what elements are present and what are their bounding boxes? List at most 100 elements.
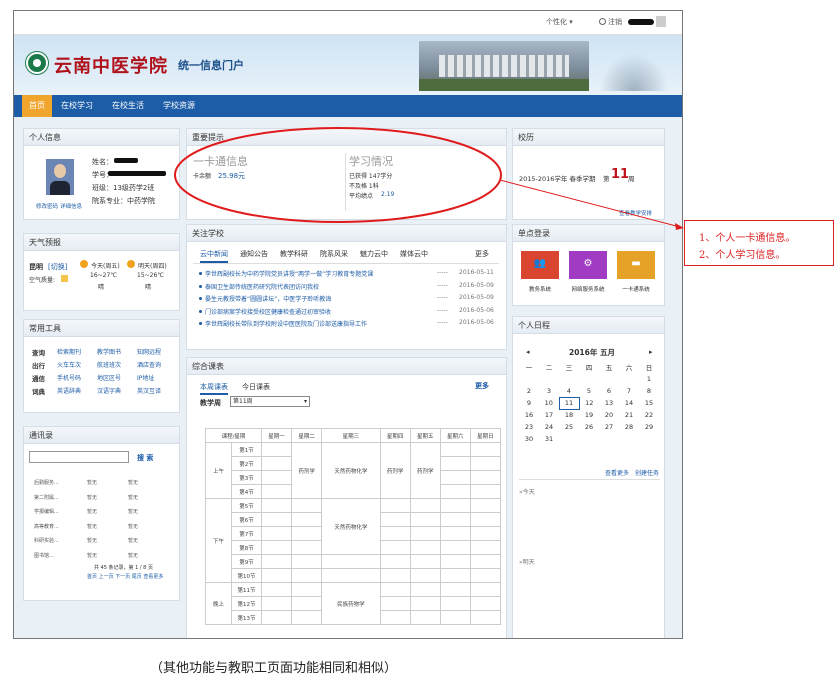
period-label: 第13节	[231, 610, 262, 625]
calendar-day[interactable]: 2	[519, 385, 539, 397]
tab-charm[interactable]: 魅力云中	[360, 249, 388, 259]
calendar-day[interactable]: 4	[559, 385, 579, 397]
prev-month-button[interactable]: ◂	[526, 348, 530, 356]
calendar-day[interactable]: 17	[539, 409, 559, 421]
course-cell[interactable]: 药剂学	[379, 442, 411, 499]
news-dash: -----	[437, 281, 448, 289]
tool-link[interactable]: 检索期刊	[57, 347, 81, 356]
nav-resources[interactable]: 学校资源	[163, 95, 195, 117]
news-item[interactable]: 李世辉副校长为中药学院党员讲授“两学一做”学习教育专题党课 ----- 2016-0…	[199, 269, 499, 278]
calendar-day[interactable]: 16	[519, 409, 539, 421]
tool-link[interactable]: 英汉互译	[137, 386, 161, 395]
academic-system-icon[interactable]: 👥	[521, 251, 559, 279]
calendar-day[interactable]: 29	[639, 421, 659, 433]
course-cell[interactable]: 药剂学	[291, 442, 323, 499]
calendar-day[interactable]: 9	[519, 397, 539, 409]
tab-departments[interactable]: 院系风采	[320, 249, 348, 259]
detail-info-link[interactable]: 详细信息	[60, 202, 82, 210]
calendar-day[interactable]: 26	[579, 421, 599, 433]
next-month-button[interactable]: ▸	[649, 348, 653, 356]
contact-department[interactable]: 学报编辑...	[34, 508, 59, 515]
sso-app-label[interactable]: 一卡通系统	[615, 285, 657, 293]
news-item[interactable]: 李世辉副校长带队到学校附设中医医院及门诊部送康指导工作 ----- 2016-05-…	[199, 319, 499, 328]
user-avatar[interactable]	[656, 16, 666, 27]
nav-study[interactable]: 在校学习	[61, 95, 93, 117]
nav-home[interactable]: 首页	[22, 95, 52, 117]
bullet-icon	[199, 284, 202, 288]
course-cell[interactable]: 天然药物化学	[321, 442, 381, 499]
teaching-arrangement-link[interactable]: 查看教学安排	[619, 209, 652, 217]
contact-department[interactable]: 后勤服务...	[34, 479, 59, 486]
edit-password-link[interactable]: 修改密码	[36, 202, 58, 210]
tab-school-news[interactable]: 云中新闻	[200, 249, 228, 263]
calendar-today[interactable]: 11	[558, 396, 580, 410]
create-task-link[interactable]: 创建任务	[635, 468, 659, 477]
calendar-day[interactable]: 8	[639, 385, 659, 397]
calendar-day[interactable]: 20	[599, 409, 619, 421]
tab-research[interactable]: 教学科研	[280, 249, 308, 259]
calendar-day[interactable]: 12	[579, 397, 599, 409]
calendar-day[interactable]: 24	[539, 421, 559, 433]
contacts-search-input[interactable]	[29, 451, 129, 463]
calendar-day[interactable]: 30	[519, 433, 539, 445]
calendar-day[interactable]: 31	[539, 433, 559, 445]
calendar-day[interactable]: 5	[579, 385, 599, 397]
campus-card-icon[interactable]: ▬	[617, 251, 655, 279]
tool-link[interactable]: 手机号码	[57, 373, 81, 382]
contact-department[interactable]: 第二附属...	[34, 494, 59, 501]
tab-announcements[interactable]: 通知公告	[240, 249, 268, 259]
calendar-day[interactable]: 7	[619, 385, 639, 397]
sso-app-label[interactable]: 网络服务系统	[567, 285, 609, 293]
tab-week-schedule[interactable]: 本周课表	[200, 382, 228, 395]
calendar-day[interactable]: 22	[639, 409, 659, 421]
view-more-link[interactable]: 查看更多	[605, 468, 629, 477]
calendar-day[interactable]: 18	[559, 409, 579, 421]
contacts-pager[interactable]: 首页 上一页 下一页 尾页 查看更多	[87, 573, 163, 580]
news-more-link[interactable]: 更多	[475, 249, 489, 259]
calendar-day[interactable]: 3	[539, 385, 559, 397]
sso-app-label[interactable]: 教务系统	[519, 285, 561, 293]
course-cell[interactable]: 药剂学	[409, 442, 441, 499]
tool-link[interactable]: 英语辞典	[57, 386, 81, 395]
tool-link[interactable]: 教学图书	[97, 347, 121, 356]
tab-today-schedule[interactable]: 今日课表	[242, 382, 270, 392]
logout-button[interactable]: 注销	[599, 17, 622, 27]
contact-department[interactable]: 高等教育...	[34, 523, 59, 530]
calendar-day[interactable]: 23	[519, 421, 539, 433]
network-service-icon[interactable]: ⚙	[569, 251, 607, 279]
course-cell[interactable]: 天然药物化学	[321, 498, 381, 555]
news-item[interactable]: 门诊部病案学校接受校区健康检查通过初审验收 ----- 2016-05-06	[199, 307, 499, 316]
contact-department[interactable]: 图书馆...	[34, 552, 54, 559]
news-item[interactable]: 晏生元教授带着“圆圆讲坛”，中医学子聆听教诲 ----- 2016-05-09	[199, 294, 499, 303]
week-select[interactable]: 第11周 ▾	[230, 396, 310, 407]
calendar-grid: 一二三四五六日 1 2 3 4 5 6 7 8 9 10 11 12 13 14 15 16 17 18 19 20 21…	[519, 361, 660, 445]
personalize-menu[interactable]: 个性化 ▾	[546, 17, 573, 27]
contacts-search-button[interactable]: 搜 索	[137, 453, 153, 463]
tab-media[interactable]: 媒体云中	[400, 249, 428, 259]
calendar-day[interactable]: 15	[639, 397, 659, 409]
tool-link[interactable]: 航班班次	[97, 360, 121, 369]
schedule-more-link[interactable]: 更多	[475, 381, 489, 391]
tool-link[interactable]: 酒店查询	[137, 360, 161, 369]
calendar-day[interactable]: 10	[539, 397, 559, 409]
tool-link[interactable]: 火车车次	[57, 360, 81, 369]
switch-city-link[interactable]: [切换]	[48, 262, 67, 272]
news-panel: 关注学校 云中新闻 通知公告 教学科研 院系风采 魅力云中 媒体云中 更多 李世…	[186, 224, 507, 350]
tool-link[interactable]: 知网远程	[137, 347, 161, 356]
calendar-day[interactable]: 27	[599, 421, 619, 433]
calendar-day[interactable]: 14	[619, 397, 639, 409]
nav-life[interactable]: 在校生活	[112, 95, 144, 117]
calendar-day[interactable]: 13	[599, 397, 619, 409]
calendar-day[interactable]: 21	[619, 409, 639, 421]
calendar-day[interactable]: 1	[639, 373, 659, 385]
tool-link[interactable]: 汉语字典	[97, 386, 121, 395]
tool-link[interactable]: IP地址	[137, 373, 154, 382]
calendar-day[interactable]: 28	[619, 421, 639, 433]
contact-department[interactable]: 科研实验...	[34, 537, 59, 544]
calendar-day[interactable]: 25	[559, 421, 579, 433]
tool-link[interactable]: 地区区号	[97, 373, 121, 382]
news-item[interactable]: 泰国卫生部传统医药研究院代表团访问我校 ----- 2016-05-09	[199, 282, 499, 291]
calendar-day[interactable]: 6	[599, 385, 619, 397]
course-cell[interactable]: 民族药物学	[321, 582, 381, 625]
calendar-day[interactable]: 19	[579, 409, 599, 421]
